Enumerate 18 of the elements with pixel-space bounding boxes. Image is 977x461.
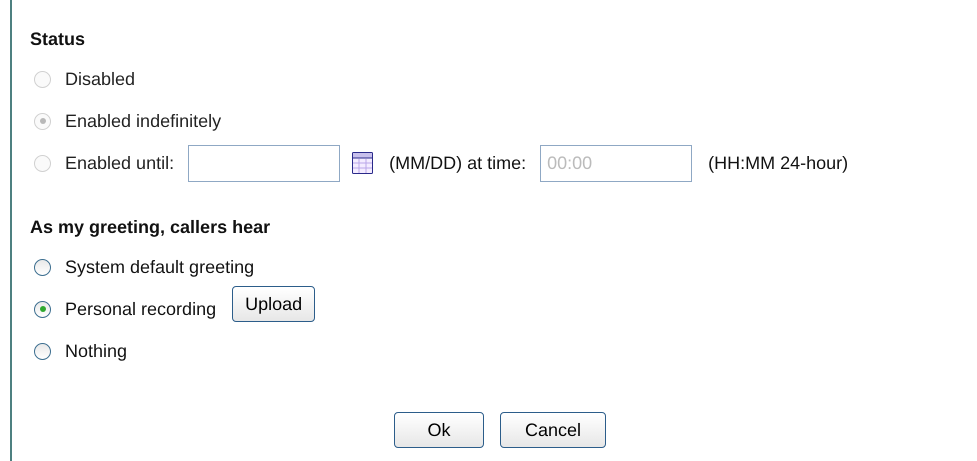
radio-label: System default greeting <box>65 256 254 279</box>
radio-label: Enabled until: <box>65 152 174 174</box>
radio-label: Personal recording <box>65 298 216 321</box>
date-field[interactable] <box>188 144 340 182</box>
calendar-icon[interactable] <box>352 152 374 174</box>
ok-button[interactable]: Ok <box>394 412 484 448</box>
radio-button[interactable] <box>34 258 51 276</box>
cancel-button[interactable]: Cancel <box>500 412 606 448</box>
time-format-hint: (HH:MM 24-hour) <box>708 152 848 175</box>
radio-button[interactable] <box>34 300 51 318</box>
section-heading: As my greeting, callers hear <box>30 216 272 239</box>
upload-button[interactable]: Upload <box>232 286 316 322</box>
date-format-hint: (MM/DD) at time: <box>389 152 526 175</box>
radio-label: Nothing <box>65 340 128 363</box>
radio-label: Enabled indefinitely <box>65 110 222 133</box>
section-heading: Status <box>30 28 86 51</box>
radio-label: Disabled <box>65 68 136 90</box>
radio-button[interactable] <box>34 342 51 360</box>
